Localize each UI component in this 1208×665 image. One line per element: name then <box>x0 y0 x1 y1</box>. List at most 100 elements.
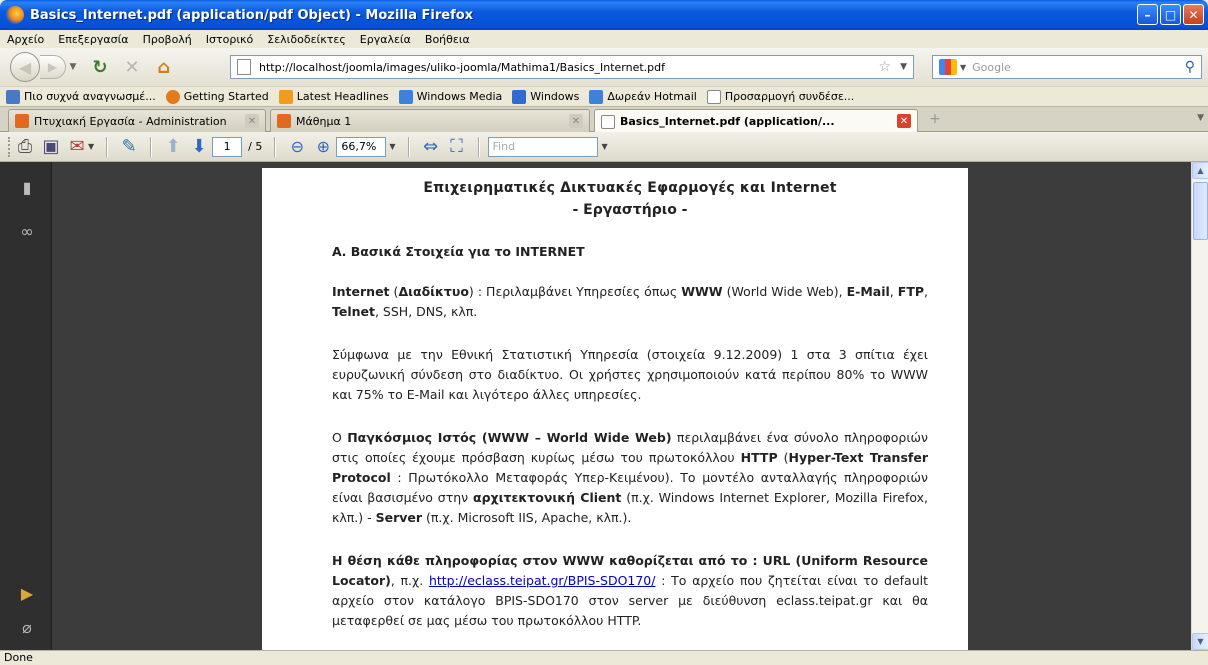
status-bar: Done <box>0 650 1208 665</box>
new-tab-icon[interactable]: + <box>924 111 946 131</box>
print-icon[interactable]: ⎙ <box>12 135 38 159</box>
document-subtitle: - Εργαστήριο - <box>572 202 688 218</box>
pages-icon[interactable]: ▮ <box>18 178 36 197</box>
menu-bookmarks[interactable]: Σελιδοδείκτες <box>260 33 353 46</box>
tab-close-icon[interactable]: ✕ <box>245 114 259 128</box>
scroll-thumb[interactable] <box>1193 182 1208 240</box>
bookmark-label: Προσαρμογή συνδέσε... <box>724 90 855 103</box>
search-icon[interactable]: ⚲ <box>1185 59 1195 75</box>
stop-icon[interactable]: ✕ <box>120 55 144 79</box>
menu-tools[interactable]: Εργαλεία <box>353 33 418 46</box>
url-text[interactable]: http://localhost/joomla/images/uliko-joo… <box>259 61 665 74</box>
tab-close-icon[interactable]: ✕ <box>897 114 911 128</box>
bookmark-label: Getting Started <box>183 90 269 103</box>
forward-button[interactable]: ▶ <box>40 55 66 79</box>
tab-administration[interactable]: Πτυχιακή Εργασία - Administration ✕ <box>8 109 266 132</box>
bookmark-star-icon[interactable]: ☆ <box>878 59 891 75</box>
toolbar-separator <box>150 136 153 157</box>
page-icon <box>601 114 615 129</box>
menu-history[interactable]: Ιστορικό <box>199 33 261 46</box>
bookmark-item[interactable]: Latest Headlines <box>278 89 389 104</box>
rss-icon <box>278 89 293 104</box>
bookmark-item[interactable]: Προσαρμογή συνδέσε... <box>706 89 855 104</box>
find-dropdown-icon[interactable]: ▼ <box>602 142 608 151</box>
fit-page-icon[interactable]: ⛶ <box>444 135 470 159</box>
document-title: Επιχειρηματικές Δικτυακές Εφαρμογές και … <box>423 180 837 196</box>
history-dropdown-icon[interactable]: ▼ <box>66 62 80 72</box>
back-arrow-icon: ◀ <box>18 57 32 77</box>
email-icon[interactable]: ✉ <box>64 135 90 159</box>
menu-file[interactable]: Αρχείο <box>0 33 51 46</box>
home-icon[interactable]: ⌂ <box>152 55 176 79</box>
menu-help[interactable]: Βοήθεια <box>418 33 477 46</box>
search-bar[interactable]: ▼ Google ⚲ <box>932 55 1202 79</box>
search-engine-dropdown-icon[interactable]: ▼ <box>960 63 966 72</box>
google-icon[interactable] <box>939 59 957 75</box>
most-visited-icon <box>6 89 20 104</box>
window-title: Basics_Internet.pdf (application/pdf Obj… <box>30 7 474 23</box>
toolbar-separator <box>477 136 480 157</box>
previous-page-icon[interactable]: ⬆ <box>160 135 186 159</box>
scroll-up-icon[interactable]: ▲ <box>1192 162 1208 179</box>
reload-icon[interactable]: ↻ <box>88 55 112 79</box>
url-dropdown-icon[interactable]: ▼ <box>900 62 907 72</box>
toolbar-separator <box>274 136 277 157</box>
fit-width-icon[interactable]: ⇔ <box>418 135 444 159</box>
tab-label: Basics_Internet.pdf (application/... <box>620 115 835 128</box>
zoom-out-icon[interactable]: ⊖ <box>284 135 310 159</box>
windows-icon <box>589 89 604 104</box>
binoculars-icon[interactable]: ∞ <box>18 222 36 241</box>
comments-icon[interactable]: ▶ <box>18 584 36 603</box>
url-link[interactable]: http://eclass.teipat.gr/BPIS-SDO170/ <box>429 573 656 588</box>
page-icon <box>706 89 721 104</box>
email-dropdown-icon[interactable]: ▼ <box>88 142 94 151</box>
pdf-page: Επιχειρηματικές Δικτυακές Εφαρμογές και … <box>262 168 968 650</box>
tab-label: Πτυχιακή Εργασία - Administration <box>34 114 227 128</box>
tab-label: Μάθημα 1 <box>296 114 352 128</box>
msn-icon <box>512 89 527 104</box>
menu-view[interactable]: Προβολή <box>136 33 199 46</box>
find-input[interactable]: Find <box>487 136 598 157</box>
paragraph: Σύμφωνα με την Εθνική Στατιστική Υπηρεσί… <box>332 347 928 402</box>
title-bar[interactable]: Basics_Internet.pdf (application/pdf Obj… <box>0 0 1208 30</box>
tab-close-icon[interactable]: ✕ <box>569 114 583 128</box>
url-bar[interactable]: http://localhost/joomla/images/uliko-joo… <box>230 55 914 79</box>
next-page-icon[interactable]: ⬇ <box>186 135 212 159</box>
windows-icon <box>398 89 413 104</box>
paragraph: Internet (Διαδίκτυο) : Περιλαμβάνει Υπηρ… <box>332 284 928 319</box>
page-icon <box>237 59 251 75</box>
toolbar-separator <box>407 136 410 157</box>
navigation-toolbar: ◀ ▶ ▼ ↻ ✕ ⌂ http://localhost/joomla/imag… <box>0 48 1208 86</box>
bookmark-item[interactable]: Getting Started <box>165 89 269 104</box>
toolbar-separator <box>106 136 109 157</box>
page-total: / 5 <box>248 140 263 153</box>
pdf-toolbar: ⎙ ▣ ✉ ▼ ✎ ⬆ ⬇ 1 / 5 ⊖ ⊕ 66,7% ▼ ⇔ ⛶ Find… <box>0 132 1208 162</box>
menu-edit[interactable]: Επεξεργασία <box>51 33 135 46</box>
minimize-button[interactable]: – <box>1137 4 1158 25</box>
zoom-in-icon[interactable]: ⊕ <box>310 135 336 159</box>
tab-bar: Πτυχιακή Εργασία - Administration ✕ Μάθη… <box>0 106 1208 133</box>
save-icon[interactable]: ▣ <box>38 135 64 159</box>
zoom-input[interactable]: 66,7% <box>336 136 387 157</box>
bookmark-item[interactable]: Πιο συχνά αναγνωσμέ... <box>6 89 156 104</box>
search-input[interactable]: Google <box>972 61 1011 74</box>
attachments-icon[interactable]: ⌀ <box>18 618 36 637</box>
tab-list-icon[interactable]: ▼ <box>1197 113 1204 123</box>
tab-mathima[interactable]: Μάθημα 1 ✕ <box>270 109 590 132</box>
tab-pdf[interactable]: Basics_Internet.pdf (application/... ✕ <box>594 109 918 133</box>
vertical-scrollbar[interactable]: ▲ ▼ <box>1191 162 1208 650</box>
scroll-down-icon[interactable]: ▼ <box>1192 633 1208 650</box>
zoom-dropdown-icon[interactable]: ▼ <box>389 142 395 151</box>
bookmark-item[interactable]: Windows <box>512 89 579 104</box>
bookmark-item[interactable]: Windows Media <box>398 89 502 104</box>
menu-bar: Αρχείο Επεξεργασία Προβολή Ιστορικό Σελι… <box>0 30 1208 48</box>
page-number-input[interactable]: 1 <box>212 136 243 157</box>
bookmark-item[interactable]: Δωρεάν Hotmail <box>589 89 697 104</box>
navigation-pane: ▮ ∞ ▶ ⌀ <box>0 162 52 650</box>
comment-icon[interactable]: ✎ <box>116 135 142 159</box>
bookmark-label: Πιο συχνά αναγνωσμέ... <box>24 90 156 103</box>
back-button[interactable]: ◀ <box>10 52 40 82</box>
close-button[interactable]: ✕ <box>1183 4 1204 25</box>
maximize-button[interactable]: □ <box>1160 4 1181 25</box>
window-controls: – □ ✕ <box>1137 4 1204 25</box>
